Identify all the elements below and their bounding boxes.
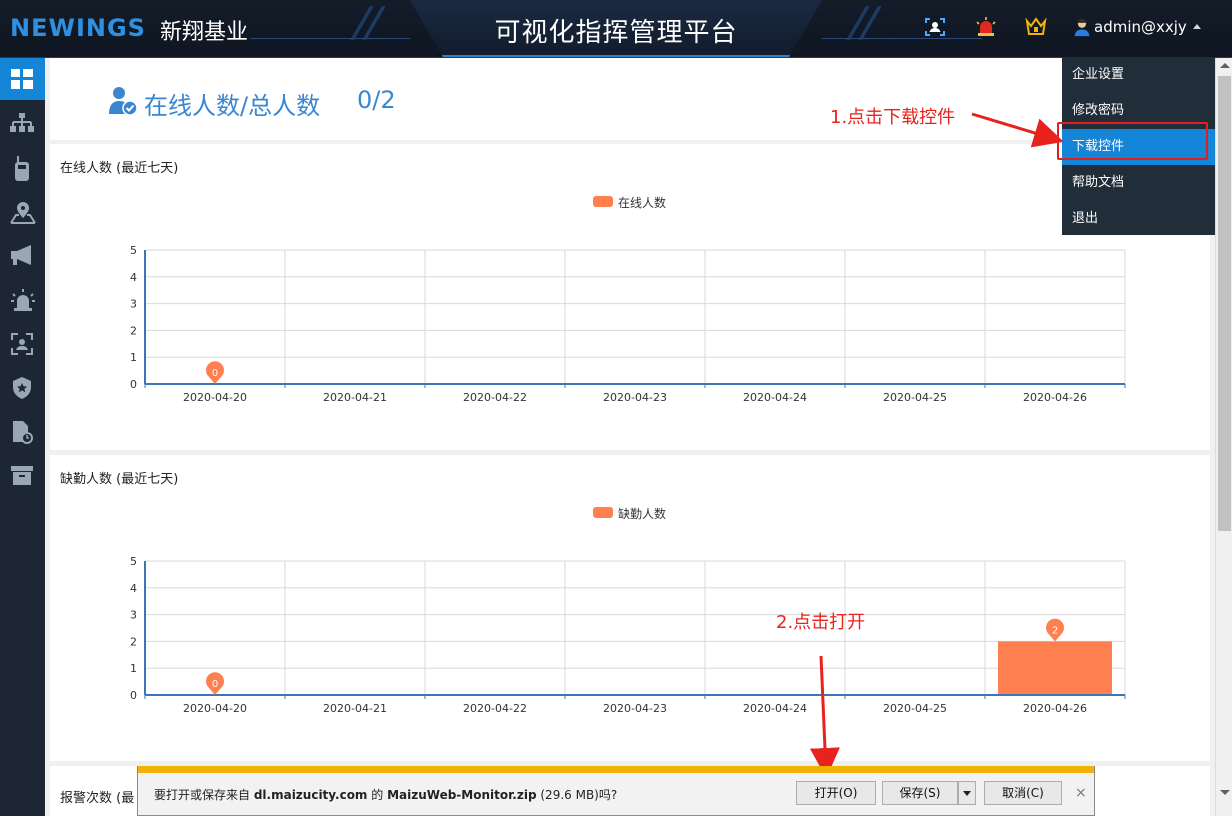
value-label: 0 — [212, 368, 218, 379]
title-panel: 可视化指挥管理平台 — [410, 0, 822, 57]
y-tick-label: 2 — [130, 635, 137, 648]
face-scan-icon[interactable] — [923, 15, 947, 39]
annotation-step2: 2.点击打开 — [776, 612, 866, 633]
archive-box-icon — [11, 466, 33, 485]
sidebar-item-map[interactable] — [0, 190, 45, 232]
sidebar-item-organization[interactable] — [0, 102, 45, 144]
annotation-step1: 1.点击下载控件 — [830, 107, 956, 128]
sidebar-item-face-recognition[interactable] — [0, 322, 45, 364]
company-logo: NEWINGS — [10, 14, 146, 42]
crown-icon[interactable] — [1024, 15, 1048, 39]
value-label: 2 — [1052, 625, 1058, 636]
prompt-prefix: 要打开或保存来自 — [154, 788, 254, 802]
x-tick-label: 2020-04-20 — [183, 391, 247, 404]
value-label: 0 — [212, 679, 218, 690]
x-tick-label: 2020-04-22 — [463, 702, 527, 715]
sidebar-item-dashboard[interactable] — [0, 58, 45, 100]
sidebar-item-security[interactable] — [0, 366, 45, 408]
face-scan-icon — [11, 333, 33, 355]
x-tick-label: 2020-04-25 — [883, 391, 947, 404]
megaphone-icon — [11, 245, 31, 265]
sidebar-item-alarm[interactable] — [0, 278, 45, 320]
alarm-light-icon — [11, 289, 35, 311]
sidebar — [0, 58, 45, 816]
x-tick-label: 2020-04-26 — [1023, 391, 1087, 404]
y-tick-label: 2 — [130, 324, 137, 337]
bar — [998, 641, 1112, 695]
caret-up-icon[interactable] — [1193, 24, 1201, 29]
x-tick-label: 2020-04-22 — [463, 391, 527, 404]
prompt-mid: 的 — [367, 788, 388, 802]
walkie-talkie-icon — [15, 156, 29, 181]
app-title: 可视化指挥管理平台 — [494, 18, 738, 48]
x-tick-label: 2020-04-23 — [603, 391, 667, 404]
menu-item-company-settings[interactable]: 企业设置 — [1062, 57, 1215, 93]
save-button[interactable]: 保存(S) — [882, 781, 958, 805]
chart-title: 报警次数 (最 — [60, 791, 135, 806]
header-decoration — [350, 6, 374, 40]
shield-star-icon — [13, 377, 31, 399]
y-tick-label: 0 — [130, 689, 137, 702]
download-domain: dl.maizucity.com — [253, 788, 368, 802]
x-tick-label: 2020-04-20 — [183, 702, 247, 715]
y-tick-label: 1 — [130, 662, 137, 675]
download-filename: MaizuWeb-Monitor.zip — [387, 788, 537, 802]
y-tick-label: 3 — [130, 298, 137, 311]
x-tick-label: 2020-04-21 — [323, 391, 387, 404]
y-tick-label: 4 — [130, 271, 137, 284]
user-icon[interactable] — [1072, 17, 1092, 37]
chevron-down-icon — [963, 791, 971, 796]
cancel-button[interactable]: 取消(C) — [984, 781, 1062, 805]
annotation-highlight-box — [1057, 122, 1208, 160]
chart-card-absent: 缺勤人数 (最近七天) 缺勤人数 0 1 2 3 4 5 2020-04-20 2020-04… — [50, 455, 1210, 761]
y-tick-label: 0 — [130, 378, 137, 391]
summary-value: 0/2 — [357, 86, 396, 114]
summary-card: 在线人数/总人数 0/2 — [50, 58, 1210, 140]
org-tree-icon — [10, 113, 34, 132]
y-tick-label: 3 — [130, 609, 137, 622]
scroll-thumb[interactable] — [1218, 76, 1231, 531]
online-count-chart: 0 1 2 3 4 5 2020-04-20 2020-04-21 2020-04-22 2020… — [130, 244, 1126, 404]
sidebar-item-archive[interactable] — [0, 454, 45, 496]
main-content: 在线人数/总人数 0/2 在线人数 (最近七天) 在线人数 0 1 2 3 4 5 2020… — [45, 58, 1215, 816]
alarm-light-icon[interactable] — [974, 15, 998, 39]
save-options-button[interactable] — [958, 781, 976, 805]
y-tick-label: 4 — [130, 582, 137, 595]
download-prompt: 要打开或保存来自 dl.maizucity.com 的 MaizuWeb-Mon… — [154, 786, 617, 803]
summary-label: 在线人数/总人数 — [144, 92, 321, 120]
absent-count-chart: 0123452020-04-20 2020-04-21 2020-04-22 2020… — [130, 555, 1126, 715]
header-decoration — [846, 6, 870, 40]
x-tick-label: 2020-04-25 — [883, 702, 947, 715]
scroll-up-icon[interactable] — [1220, 63, 1230, 68]
x-tick-label: 2020-04-21 — [323, 702, 387, 715]
dashboard-icon — [11, 69, 33, 89]
company-name: 新翔基业 — [160, 20, 249, 45]
y-tick-label: 5 — [130, 555, 137, 568]
page-scrollbar[interactable] — [1215, 58, 1232, 816]
user-menu-button[interactable]: admin@xxjy — [1094, 18, 1187, 36]
x-tick-label: 2020-04-26 — [1023, 702, 1087, 715]
map-pin-icon — [10, 202, 36, 224]
user-check-icon — [109, 87, 138, 116]
sidebar-item-intercom[interactable] — [0, 146, 45, 188]
menu-item-logout[interactable]: 退出 — [1062, 201, 1215, 237]
scroll-down-icon[interactable] — [1220, 790, 1230, 795]
x-tick-label: 2020-04-23 — [603, 702, 667, 715]
file-clock-icon — [13, 421, 33, 444]
close-icon[interactable]: × — [1075, 785, 1087, 801]
header-decoration — [250, 38, 410, 39]
sidebar-item-broadcast[interactable] — [0, 234, 45, 276]
chart-card-online: 在线人数 (最近七天) 在线人数 0 1 2 3 4 5 2020-04-20 2020-04… — [50, 144, 1210, 450]
sidebar-item-records[interactable] — [0, 410, 45, 452]
prompt-suffix: (29.6 MB)吗? — [536, 788, 618, 802]
download-notification-bar: 要打开或保存来自 dl.maizucity.com 的 MaizuWeb-Mon… — [137, 766, 1095, 816]
download-bar-accent — [138, 766, 1094, 773]
top-bar: NEWINGS 新翔基业 可视化指挥管理平台 admin@xxjy — [0, 0, 1232, 58]
x-tick-label: 2020-04-24 — [743, 702, 807, 715]
y-tick-label: 1 — [130, 351, 137, 364]
y-tick-label: 5 — [130, 244, 137, 257]
x-tick-label: 2020-04-24 — [743, 391, 807, 404]
menu-item-help-docs[interactable]: 帮助文档 — [1062, 165, 1215, 201]
open-button[interactable]: 打开(O) — [796, 781, 876, 805]
